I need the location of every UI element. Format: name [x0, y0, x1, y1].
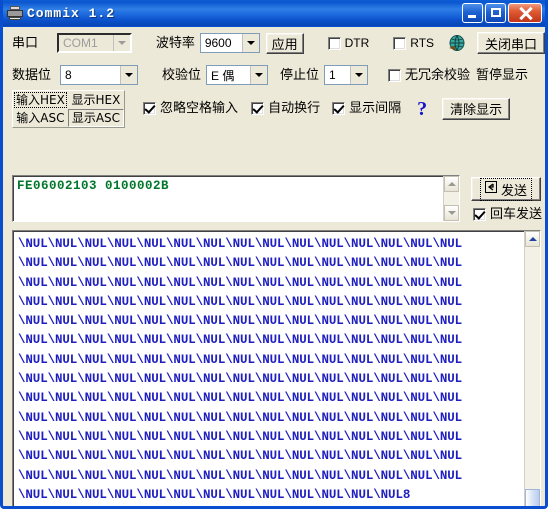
chevron-down-icon[interactable] — [112, 35, 130, 51]
show-interval-label: 显示间隔 — [349, 101, 402, 116]
output-scroll-track[interactable] — [525, 247, 540, 506]
chevron-down-icon[interactable] — [350, 66, 368, 84]
stopbits-label: 停止位 — [280, 67, 320, 83]
input-hex-toggle[interactable]: 输入HEX — [13, 91, 68, 109]
mode-row: 输入HEX 显示HEX 输入ASC 显示ASC 忽略空格输入 自动换行 显示间隔… — [3, 89, 545, 128]
ignore-space-checkbox-box — [143, 102, 157, 115]
chevron-down-icon[interactable] — [250, 66, 268, 84]
output-line: \NUL\NUL\NUL\NUL\NUL\NUL\NUL\NUL\NUL\NUL… — [18, 391, 463, 406]
settings-row-2: 数据位 8 校验位 E 偶 停止位 1 无冗余校验 暂停显示 — [3, 59, 545, 91]
output-line: \NUL\NUL\NUL\NUL\NUL\NUL\NUL\NUL\NUL\NUL… — [18, 429, 463, 444]
send-button-label: 发送 — [500, 183, 527, 199]
auto-wrap-checkbox-box — [251, 102, 265, 115]
auto-wrap-checkbox[interactable]: 自动换行 — [251, 102, 320, 115]
output-line: \NUL\NUL\NUL\NUL\NUL\NUL\NUL\NUL\NUL\NUL… — [18, 294, 463, 309]
enter-send-label: 回车发送 — [490, 206, 543, 222]
send-input-value: FE06002103 0100002B — [17, 179, 170, 193]
apply-button[interactable]: 应用 — [265, 32, 304, 54]
rts-label: RTS — [410, 36, 435, 50]
rts-checkbox[interactable]: RTS — [393, 36, 435, 50]
databits-value: 8 — [65, 68, 72, 82]
no-redundancy-checkbox-box — [388, 68, 402, 82]
scroll-down-icon[interactable] — [444, 205, 459, 221]
output-line: \NUL\NUL\NUL\NUL\NUL\NUL\NUL\NUL\NUL\NUL… — [18, 449, 463, 464]
send-arrow-icon — [484, 181, 497, 197]
scroll-up-icon[interactable] — [525, 231, 540, 247]
window-controls — [462, 3, 542, 23]
stopbits-combo[interactable]: 1 — [324, 65, 369, 85]
show-asc-toggle[interactable]: 显示ASC — [67, 108, 125, 127]
close-port-button[interactable]: 关闭串口 — [477, 32, 545, 54]
port-combo[interactable]: COM1 — [57, 33, 132, 53]
no-redundancy-label: 无冗余校验 — [405, 67, 471, 83]
clear-display-button[interactable]: 清除显示 — [442, 97, 511, 120]
help-icon[interactable]: ? — [417, 99, 427, 119]
output-line: \NUL\NUL\NUL\NUL\NUL\NUL\NUL\NUL\NUL\NUL… — [18, 237, 463, 251]
output-display[interactable]: \NUL\NUL\NUL\NUL\NUL\NUL\NUL\NUL\NUL\NUL… — [12, 230, 541, 506]
output-line: \NUL\NUL\NUL\NUL\NUL\NUL\NUL\NUL\NUL\NUL… — [18, 256, 463, 271]
output-scroll-thumb[interactable] — [525, 489, 540, 506]
close-button[interactable] — [508, 3, 542, 23]
window-title: Commix 1.2 — [27, 5, 116, 21]
client-area: 串口 COM1 波特率 9600 应用 DTR RTS 关闭串口 数据位 8 校… — [3, 27, 545, 506]
commix-window: Commix 1.2 串口 COM1 波特率 9600 应用 DTR RTS 关… — [0, 0, 548, 509]
output-line: \NUL\NUL\NUL\NUL\NUL\NUL\NUL\NUL\NUL\NUL… — [18, 275, 463, 290]
input-asc-toggle[interactable]: 输入ASC — [13, 109, 68, 127]
auto-wrap-label: 自动换行 — [268, 101, 321, 116]
send-input-scrollbar[interactable] — [443, 176, 459, 221]
ignore-space-checkbox[interactable]: 忽略空格输入 — [143, 102, 238, 115]
show-interval-checkbox-box — [332, 102, 346, 115]
rts-checkbox-box — [393, 36, 407, 50]
baud-label: 波特率 — [155, 35, 195, 51]
globe-icon[interactable] — [447, 34, 467, 52]
parity-combo[interactable]: E 偶 — [206, 65, 269, 85]
output-line: \NUL\NUL\NUL\NUL\NUL\NUL\NUL\NUL\NUL\NUL… — [18, 372, 463, 387]
settings-row-1: 串口 COM1 波特率 9600 应用 DTR RTS 关闭串口 — [3, 27, 545, 59]
scroll-up-icon[interactable] — [444, 176, 459, 192]
databits-combo[interactable]: 8 — [60, 65, 138, 85]
enter-send-checkbox-box — [473, 207, 486, 221]
output-text: \NUL\NUL\NUL\NUL\NUL\NUL\NUL\NUL\NUL\NUL… — [13, 231, 540, 505]
port-value: COM1 — [63, 36, 98, 50]
parity-value: E 偶 — [211, 68, 235, 83]
dtr-checkbox-box — [327, 36, 341, 50]
serial-terminal-icon — [7, 5, 23, 21]
output-line: \NUL\NUL\NUL\NUL\NUL\NUL\NUL\NUL\NUL\NUL… — [18, 314, 463, 329]
output-line: \NUL\NUL\NUL\NUL\NUL\NUL\NUL\NUL\NUL\NUL… — [18, 410, 463, 425]
baud-value: 9600 — [204, 36, 232, 50]
mode-toggle-group: 输入HEX 显示HEX 输入ASC 显示ASC — [12, 89, 126, 128]
databits-label: 数据位 — [12, 67, 52, 83]
chevron-down-icon[interactable] — [241, 34, 259, 52]
chevron-down-icon[interactable] — [120, 66, 137, 84]
no-redundancy-checkbox[interactable]: 无冗余校验 — [388, 67, 471, 83]
enter-send-checkbox[interactable]: 回车发送 — [473, 205, 545, 223]
show-hex-toggle[interactable]: 显示HEX — [68, 91, 124, 109]
dtr-label: DTR — [344, 36, 370, 50]
output-line: \NUL\NUL\NUL\NUL\NUL\NUL\NUL\NUL\NUL\NUL… — [18, 333, 463, 348]
send-input-scroll-track[interactable] — [444, 192, 459, 205]
output-scrollbar[interactable] — [524, 231, 540, 506]
output-line: \NUL\NUL\NUL\NUL\NUL\NUL\NUL\NUL\NUL\NUL… — [18, 487, 411, 502]
dtr-checkbox[interactable]: DTR — [327, 36, 370, 50]
send-button[interactable]: 发送 — [471, 177, 541, 201]
parity-label: 校验位 — [162, 67, 202, 83]
maximize-button[interactable] — [485, 3, 506, 23]
port-label: 串口 — [12, 35, 39, 51]
minimize-button[interactable] — [462, 3, 483, 23]
baud-combo[interactable]: 9600 — [199, 33, 260, 53]
stopbits-value: 1 — [329, 68, 336, 82]
title-bar: Commix 1.2 — [3, 0, 545, 27]
send-input[interactable]: FE06002103 0100002B — [12, 175, 460, 222]
pause-display-label[interactable]: 暂停显示 — [476, 69, 528, 82]
output-line: \NUL\NUL\NUL\NUL\NUL\NUL\NUL\NUL\NUL\NUL… — [18, 468, 463, 483]
ignore-space-label: 忽略空格输入 — [160, 101, 239, 116]
show-interval-checkbox[interactable]: 显示间隔 — [332, 102, 401, 115]
output-line: \NUL\NUL\NUL\NUL\NUL\NUL\NUL\NUL\NUL\NUL… — [18, 352, 463, 367]
